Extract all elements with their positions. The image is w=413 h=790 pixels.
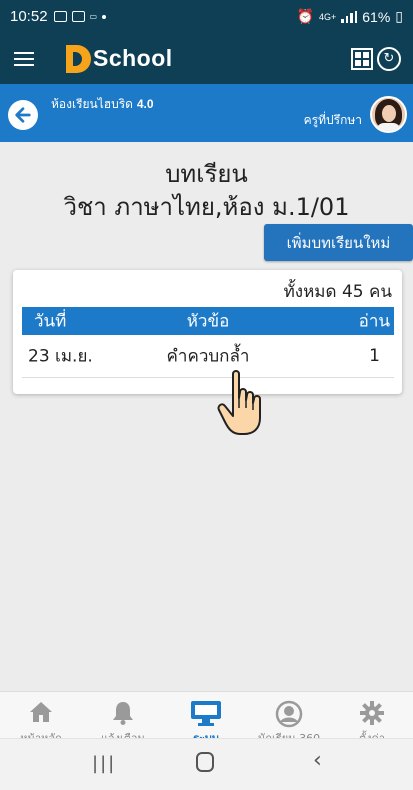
user-role: ครูที่ปรึกษา — [303, 113, 362, 127]
nav-student-360[interactable]: นักเรียน 360 — [248, 692, 330, 738]
nav-home[interactable]: หน้าหลัก — [0, 692, 82, 738]
qr-code-icon[interactable] — [351, 47, 373, 70]
alarm-icon: ⏰ — [296, 8, 314, 24]
column-date: วันที่ — [34, 311, 67, 332]
system-navigation-bar: ||| ‹ — [0, 738, 413, 790]
logout-icon[interactable]: ↻ — [377, 46, 401, 71]
nav-settings-label: ตั้งค่า — [331, 729, 413, 738]
wallet-notification-icon: ▭ — [89, 12, 98, 21]
signal-icon — [341, 10, 358, 23]
table-row[interactable]: 23 เม.ย. คำควบกล้ำ 1 — [22, 335, 394, 377]
classroom-name: ห้องเรียนไฮบริด 4.0 — [51, 95, 154, 114]
app-logo: School — [66, 44, 173, 73]
menu-button[interactable] — [0, 33, 48, 84]
column-topic: หัวข้อ — [186, 311, 230, 332]
bell-icon — [113, 702, 133, 725]
monitor-icon — [191, 701, 221, 726]
nav-home-label: หน้าหลัก — [0, 729, 82, 738]
add-lesson-button[interactable]: เพิ่มบทเรียนใหม่ — [264, 224, 413, 261]
network-type: 4G+ — [318, 11, 337, 22]
row-read-count: 1 — [369, 346, 380, 366]
nav-system[interactable]: ระบบ — [165, 692, 247, 738]
back-button[interactable] — [8, 100, 38, 130]
brand-name: School — [93, 45, 173, 71]
page-subtitle: วิชา ภาษาไทย,ห้อง ม.1/01 — [63, 193, 350, 221]
classroom-name-text: ห้องเรียนไฮบริด — [51, 97, 133, 111]
classroom-version: 4.0 — [136, 97, 154, 111]
logo-d-mark — [66, 44, 91, 73]
battery-icon: ▯ — [395, 8, 403, 24]
lessons-card: ทั้งหมด 45 คน วันที่ หัวข้อ อ่าน 23 เม.ย… — [13, 270, 402, 394]
home-system-icon[interactable] — [195, 751, 215, 777]
hamburger-icon — [14, 51, 34, 66]
nav-notifications-label: แจ้งเตือน — [82, 729, 164, 738]
dot-icon — [102, 14, 107, 19]
nav-settings[interactable]: ตั้งค่า — [331, 692, 413, 738]
row-divider — [22, 377, 394, 378]
avatar[interactable] — [370, 96, 407, 133]
column-read: อ่าน — [358, 311, 390, 332]
hand-pointer-icon — [217, 370, 261, 435]
table-header: วันที่ หัวข้อ อ่าน — [22, 307, 394, 335]
user-circle-icon — [275, 700, 303, 728]
app-notification-icon — [71, 11, 85, 22]
nav-student-360-label: นักเรียน 360 — [248, 729, 330, 738]
status-bar: 10:52 ▭ ⏰ 4G+ 61% ▯ — [0, 0, 413, 33]
home-icon — [30, 702, 52, 722]
app-header: School ↻ — [0, 33, 413, 84]
nav-system-label: ระบบ — [165, 729, 247, 738]
back-system-icon[interactable]: ‹ — [313, 748, 322, 773]
status-time: 10:52 — [10, 8, 48, 25]
nav-notifications[interactable]: แจ้งเตือน — [82, 692, 164, 738]
battery-percent: 61% — [362, 8, 391, 25]
gear-icon — [360, 701, 384, 725]
image-notification-icon — [53, 11, 67, 22]
notification-icons: ▭ — [53, 11, 107, 22]
arrow-left-icon — [15, 107, 31, 123]
total-count: ทั้งหมด 45 คน — [283, 282, 392, 302]
bottom-navigation: หน้าหลัก แจ้งเตือน ระบบ นักเรียน 360 — [0, 691, 413, 738]
row-topic: คำควบกล้ำ — [166, 346, 250, 367]
recent-apps-icon[interactable]: ||| — [92, 753, 116, 774]
row-date: 23 เม.ย. — [28, 346, 93, 367]
classroom-bar: ห้องเรียนไฮบริด 4.0 ครูที่ปรึกษา — [0, 84, 413, 142]
